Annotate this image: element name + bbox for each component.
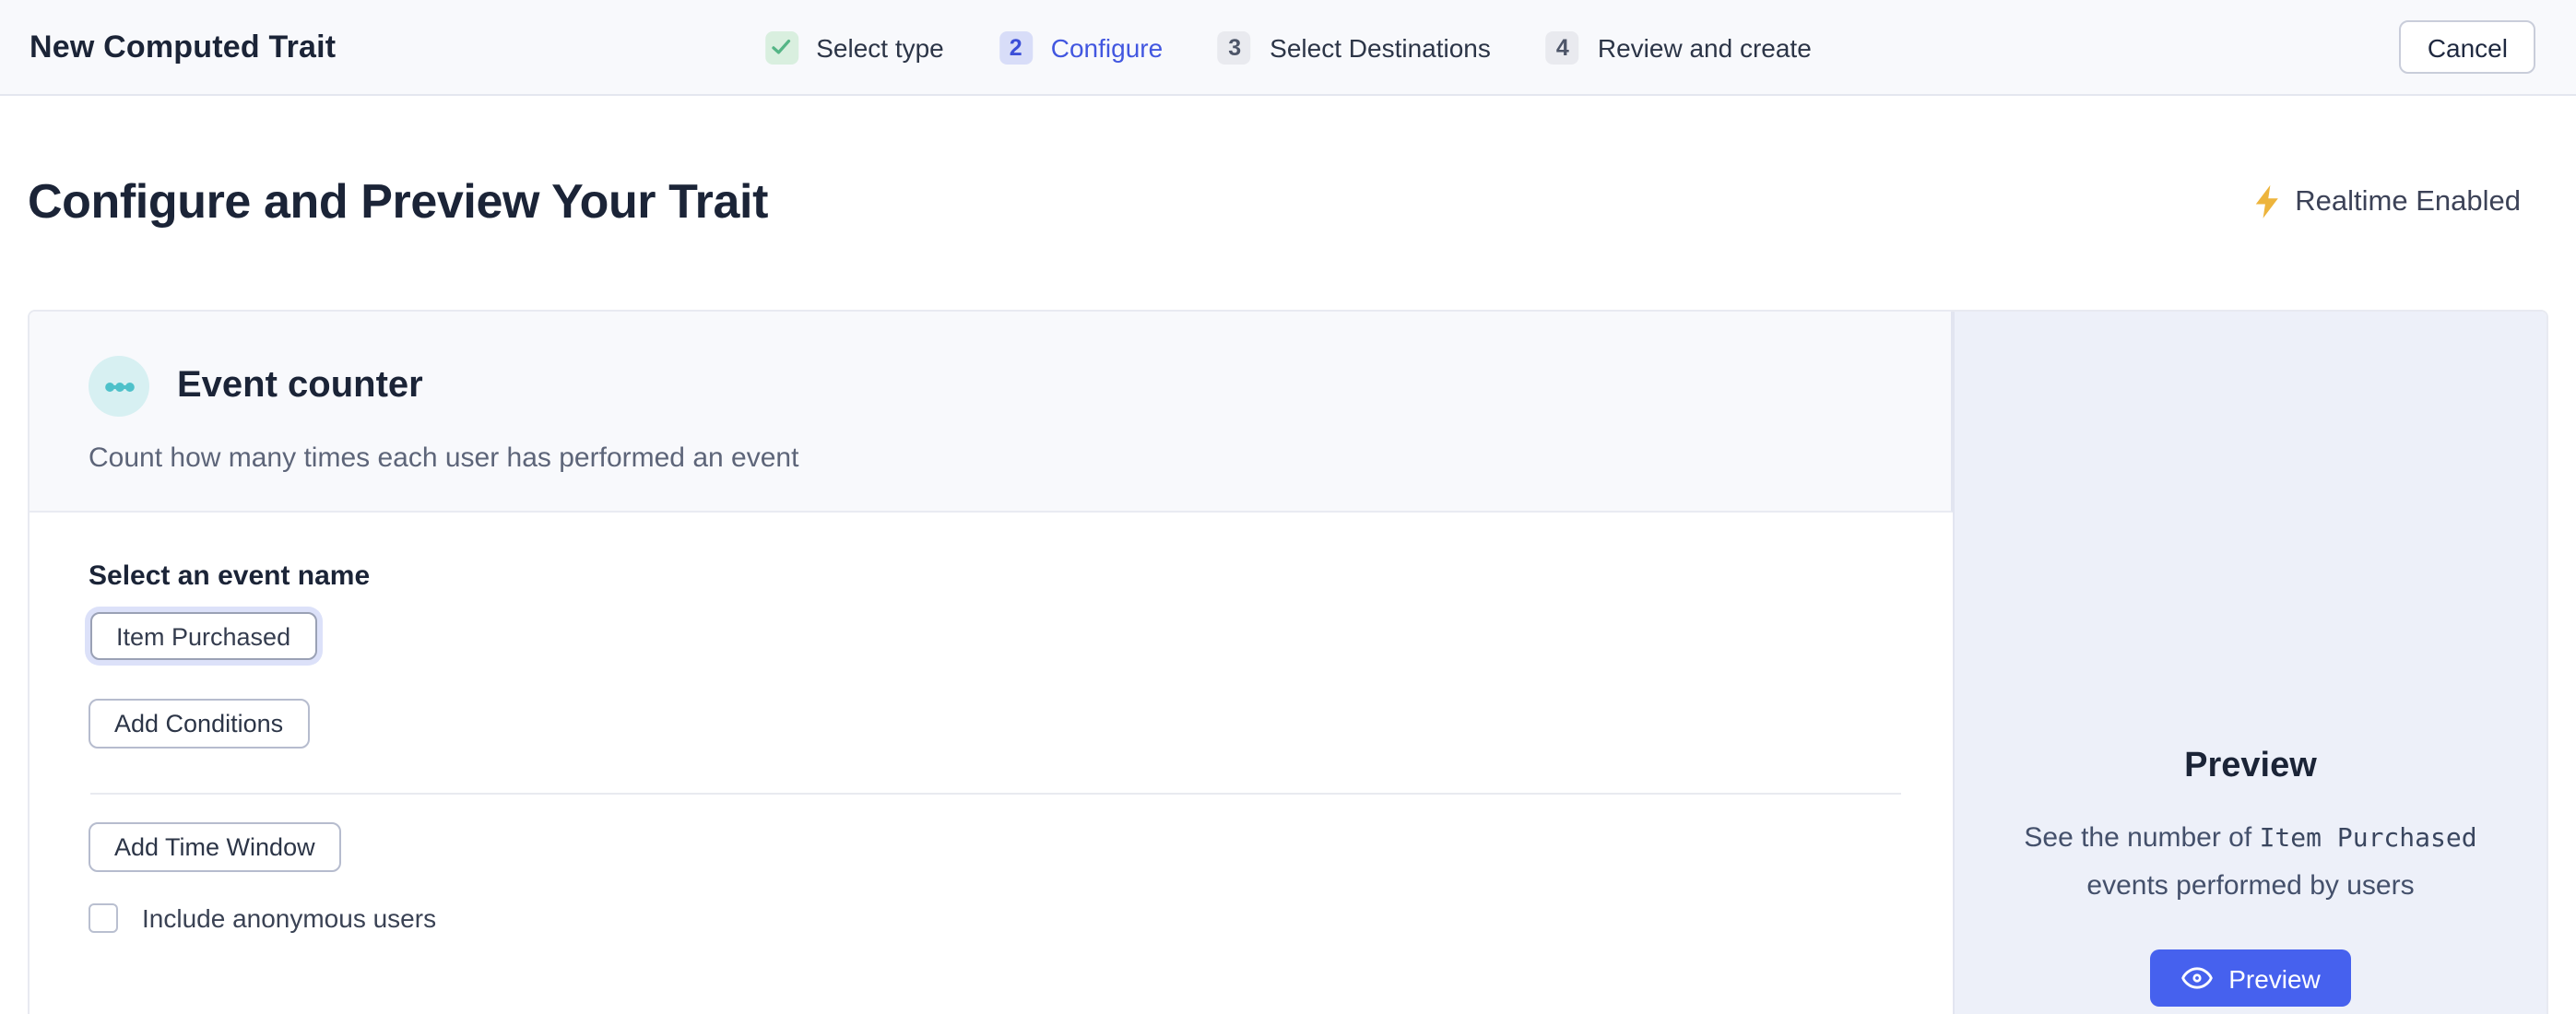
step-done-badge xyxy=(764,30,798,64)
preview-button-label: Preview xyxy=(2228,963,2321,993)
page-root: New Computed Trait Select type 2 Configu… xyxy=(0,0,2576,1014)
step-review-create[interactable]: 4 Review and create xyxy=(1546,30,1812,64)
topbar: New Computed Trait Select type 2 Configu… xyxy=(0,0,2576,96)
anonymous-users-label: Include anonymous users xyxy=(142,903,436,933)
step-select-type[interactable]: Select type xyxy=(764,30,944,64)
trait-type-title: Event counter xyxy=(177,365,423,407)
page-head: Configure and Preview Your Trait Realtim… xyxy=(0,96,2576,230)
card-layout: Select an event name Item Purchased Add … xyxy=(30,513,2546,1014)
event-name-select[interactable]: Item Purchased xyxy=(90,612,316,660)
trait-config-card: Event counter Count how many times each … xyxy=(28,310,2548,1014)
anonymous-users-row[interactable]: Include anonymous users xyxy=(89,903,1953,933)
preview-text-before: See the number of xyxy=(2024,822,2259,854)
event-counter-icon xyxy=(89,356,149,417)
preview-button[interactable]: Preview xyxy=(2149,949,2352,1007)
cancel-button[interactable]: Cancel xyxy=(2400,20,2535,74)
step-configure[interactable]: 2 Configure xyxy=(999,30,1163,64)
trait-type-description: Count how many times each user has perfo… xyxy=(89,442,1951,474)
event-name-value: Item Purchased xyxy=(116,622,290,650)
configure-form: Select an event name Item Purchased Add … xyxy=(30,513,1953,1014)
window-title: New Computed Trait xyxy=(30,29,336,65)
trait-type-header: Event counter Count how many times each … xyxy=(30,312,1953,513)
step-number-badge: 3 xyxy=(1218,30,1251,64)
eye-icon xyxy=(2180,966,2212,990)
preview-title: Preview xyxy=(2184,747,2317,787)
add-conditions-button[interactable]: Add Conditions xyxy=(89,699,309,749)
lightning-bolt-icon xyxy=(2252,184,2280,219)
step-label: Select type xyxy=(816,32,944,62)
wizard-stepper: Select type 2 Configure 3 Select Destina… xyxy=(764,30,1812,64)
preview-event-name: Item Purchased xyxy=(2260,824,2477,854)
check-icon xyxy=(771,37,791,57)
step-label: Review and create xyxy=(1598,32,1812,62)
step-select-destinations[interactable]: 3 Select Destinations xyxy=(1218,30,1491,64)
page-title: Configure and Preview Your Trait xyxy=(28,173,768,230)
realtime-label: Realtime Enabled xyxy=(2295,185,2521,218)
add-time-window-button[interactable]: Add Time Window xyxy=(89,822,341,872)
step-label: Configure xyxy=(1051,32,1163,62)
preview-panel: Preview See the number of Item Purchased… xyxy=(1953,310,2546,1014)
event-name-label: Select an event name xyxy=(89,560,1953,592)
trait-type-row: Event counter xyxy=(89,356,1951,417)
anonymous-users-checkbox[interactable] xyxy=(89,903,118,933)
realtime-status: Realtime Enabled xyxy=(2252,184,2521,219)
preview-text-after: events performed by users xyxy=(2086,870,2414,902)
step-number-badge: 4 xyxy=(1546,30,1579,64)
preview-description: See the number of Item Purchased events … xyxy=(2010,815,2491,911)
step-number-badge: 2 xyxy=(999,30,1033,64)
step-label: Select Destinations xyxy=(1270,32,1491,62)
